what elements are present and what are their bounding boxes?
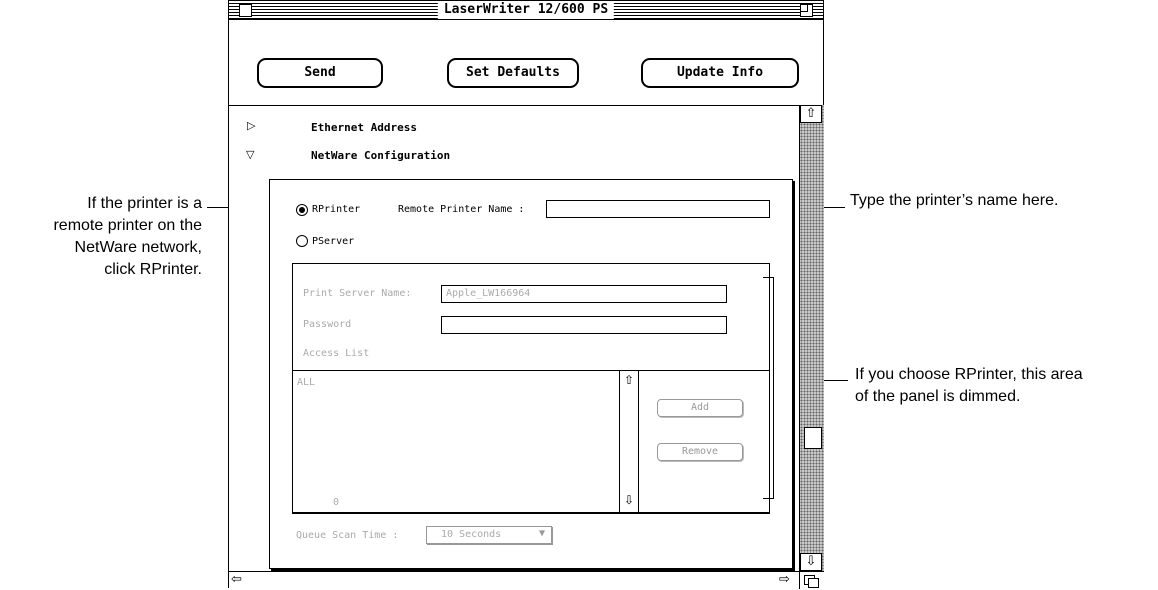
laserwriter-window: LaserWriter 12/600 PS Send Set Defaults … [228, 0, 824, 589]
size-box-icon[interactable] [799, 571, 824, 589]
rprinter-radio[interactable] [296, 204, 308, 216]
send-button[interactable]: Send [257, 58, 383, 88]
toolbar: Send Set Defaults Update Info [229, 20, 823, 106]
pserver-settings-area: Print Server Name: Apple_LW166964 Passwo… [292, 263, 770, 514]
set-defaults-button[interactable]: Set Defaults [447, 58, 579, 88]
callout-line: click RPrinter. [104, 261, 202, 278]
pserver-label: PServer [312, 236, 355, 247]
access-list-scrollbar[interactable]: ⇧ ⇩ [619, 371, 639, 513]
scroll-thumb[interactable] [804, 427, 822, 449]
remote-printer-name-label: Remote Printer Name : [398, 204, 525, 215]
scroll-down-arrow-icon[interactable]: ⇩ [800, 553, 822, 571]
callout-dimmed-area: If you choose RPrinter, this area of the… [855, 364, 1083, 408]
callout-line: NetWare network, [74, 239, 202, 256]
title-bar[interactable]: LaserWriter 12/600 PS [229, 1, 823, 20]
access-list-item[interactable]: ALL [297, 377, 315, 388]
window-horizontal-scrollbar[interactable]: ⇦ ⇨ [229, 571, 799, 589]
password-label: Password [303, 319, 352, 330]
scroll-down-arrow-icon[interactable]: ⇩ [620, 493, 638, 507]
section-ethernet-address[interactable]: Ethernet Address [311, 121, 417, 134]
close-box-icon[interactable] [239, 4, 252, 17]
remove-button[interactable]: Remove [657, 443, 743, 461]
scroll-up-arrow-icon[interactable]: ⇧ [800, 105, 822, 123]
callout-line: remote printer on the [53, 217, 202, 234]
scroll-left-arrow-icon[interactable]: ⇦ [231, 572, 242, 587]
remote-printer-name-field[interactable] [546, 200, 770, 218]
print-server-name-field[interactable]: Apple_LW166964 [441, 285, 727, 303]
window-vertical-scrollbar[interactable]: ⇧ ⇩ [799, 105, 824, 571]
disclosure-triangle-collapsed-icon[interactable]: ▷ [247, 119, 255, 132]
callout-line: If you choose RPrinter, this area [855, 366, 1083, 383]
pserver-radio[interactable] [296, 235, 308, 247]
access-list-box: ALL 0 ⇧ ⇩ Add Remove [292, 370, 770, 514]
queue-scan-time-label: Queue Scan Time : [296, 530, 399, 541]
callout-printer-name: Type the printer’s name here. [850, 192, 1059, 209]
callout-rprinter: If the printer is a remote printer on th… [0, 193, 202, 281]
callout-line: of the panel is dimmed. [855, 388, 1021, 405]
print-server-name-label: Print Server Name: [303, 288, 412, 299]
access-list-count: 0 [333, 497, 340, 508]
zoom-box-icon[interactable] [800, 4, 813, 17]
add-button[interactable]: Add [657, 399, 743, 417]
update-info-button[interactable]: Update Info [641, 58, 799, 88]
scroll-up-arrow-icon[interactable]: ⇧ [620, 373, 638, 387]
window-title: LaserWriter 12/600 PS [437, 1, 615, 19]
callout-line: If the printer is a [87, 195, 202, 212]
netware-configuration-panel: RPrinter Remote Printer Name : PServer P… [269, 179, 793, 569]
password-field[interactable] [441, 316, 727, 334]
chevron-down-icon: ▼ [538, 528, 545, 539]
rprinter-label: RPrinter [312, 204, 361, 215]
print-server-name-value: Apple_LW166964 [446, 288, 531, 299]
dimmed-area-bracket [763, 277, 774, 499]
queue-scan-time-popup[interactable]: 10 Seconds ▼ [426, 526, 552, 544]
disclosure-triangle-expanded-icon[interactable]: ▽ [246, 148, 254, 161]
scroll-right-arrow-icon[interactable]: ⇨ [779, 572, 790, 587]
section-netware-configuration[interactable]: NetWare Configuration [311, 149, 450, 162]
access-list-label: Access List [303, 348, 370, 359]
queue-scan-time-value: 10 Seconds [441, 529, 502, 540]
